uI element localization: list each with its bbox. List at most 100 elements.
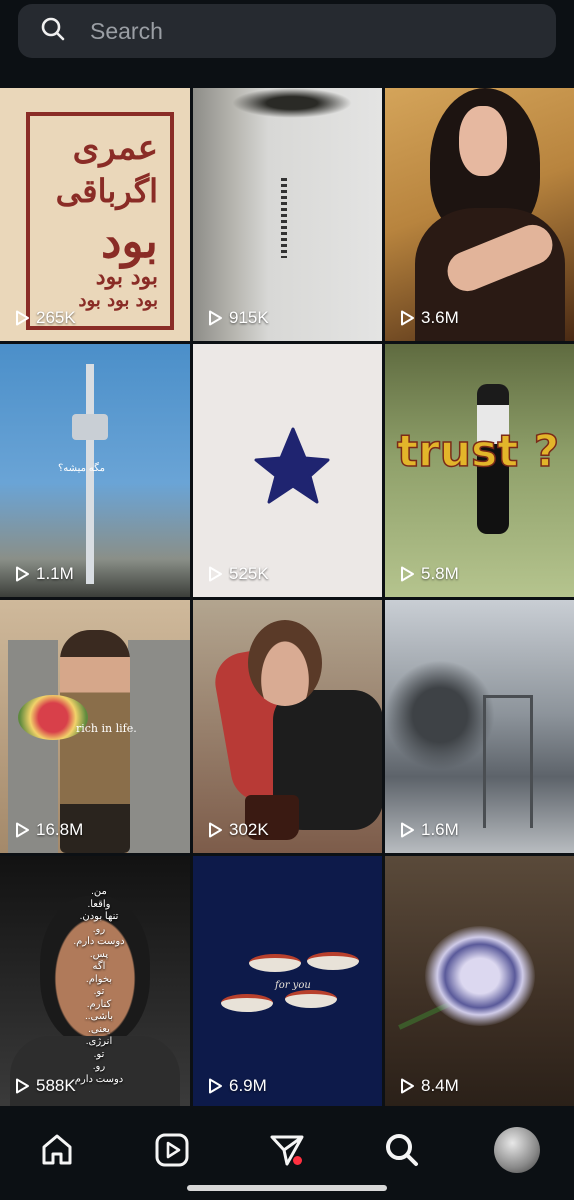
poem-line: تو. [93, 1048, 105, 1060]
explore-tile[interactable]: من. واقعا. تنها بودن. رو. دوست دارم. پس.… [0, 856, 190, 1109]
thumbnail-text: بود بود [95, 264, 158, 290]
poem-line: کنارم. [86, 998, 112, 1010]
thumbnail-caption: trust ? [396, 425, 560, 478]
thumbnail-flower [425, 926, 535, 1026]
view-count: 265K [13, 308, 76, 328]
poem-line: پس. [89, 948, 109, 960]
explore-tile[interactable]: trust ? 5.8M [385, 344, 574, 597]
star-drawing [254, 427, 330, 504]
thumbnail-tree [232, 88, 352, 118]
view-count-label: 16.8M [36, 820, 84, 839]
view-count: 1.1M [13, 564, 74, 584]
view-count-label: 5.8M [421, 564, 459, 583]
explore-tile[interactable]: for you 6.9M [193, 856, 382, 1109]
poem-line: من. [91, 886, 107, 897]
play-icon [209, 566, 222, 582]
poem-line: تنها بودن. [79, 911, 119, 922]
explore-tile[interactable]: 1.6M [385, 600, 574, 853]
thumbnail-eye [307, 952, 359, 970]
play-icon [401, 822, 414, 838]
thumbnail-eye [285, 990, 337, 1008]
thumbnail-door [128, 640, 190, 853]
explore-tile[interactable]: 302K [193, 600, 382, 853]
view-count: 915K [206, 308, 269, 328]
view-count-label: 915K [229, 308, 269, 327]
play-icon [209, 1078, 222, 1094]
view-count-label: 525K [229, 564, 269, 583]
search-bar[interactable] [18, 4, 556, 58]
thumbnail-caption: for you [275, 980, 311, 991]
thumbnail-tower-pod [72, 414, 108, 440]
explore-tile[interactable]: 915K [193, 88, 382, 341]
thumbnail-text: عمری [72, 128, 158, 168]
notification-dot [292, 1156, 302, 1165]
avatar [493, 1127, 540, 1173]
play-icon [16, 566, 29, 582]
explore-tile[interactable]: عمری اگرباقی بود بود بود بود بود بود 265… [0, 88, 190, 341]
thumbnail-tower [86, 364, 94, 584]
poem-line: یعنی. [88, 1023, 110, 1035]
view-count-label: 1.6M [421, 820, 459, 839]
view-count: 525K [206, 564, 269, 584]
play-icon [209, 310, 222, 326]
nav-search[interactable] [370, 1118, 434, 1182]
play-icon [209, 822, 222, 838]
view-count-label: 8.4M [421, 1076, 459, 1095]
poem-line: واقعا. [87, 898, 111, 910]
view-count-label: 6.9M [229, 1076, 267, 1095]
poem-line: دوست دارم. [73, 936, 125, 947]
view-count: 588K [13, 1076, 76, 1096]
play-icon [401, 566, 414, 582]
thumbnail-eye [249, 954, 301, 972]
view-count: 302K [206, 820, 269, 840]
home-icon [42, 1134, 72, 1165]
view-count-label: 265K [36, 308, 76, 327]
view-count: 6.9M [206, 1076, 267, 1096]
view-count: 3.6M [398, 308, 459, 328]
play-icon [16, 310, 29, 326]
view-count-label: 3.6M [421, 308, 459, 327]
search-icon [40, 16, 66, 47]
play-icon [401, 310, 414, 326]
thumbnail-text: اگرباقی [55, 172, 158, 210]
reels-icon [155, 1133, 189, 1167]
explore-grid: عمری اگرباقی بود بود بود بود بود بود 265… [0, 88, 574, 1109]
poem-line: انرژی. [85, 1036, 113, 1047]
thumbnail-face [248, 620, 322, 706]
poem-line: اگه [92, 961, 106, 972]
explore-tile[interactable]: 8.4M [385, 856, 574, 1109]
thumbnail-caption: rich in life. [76, 722, 137, 735]
search-icon [385, 1134, 418, 1166]
poem-line: رو. [92, 1061, 106, 1072]
thumbnail-script [281, 178, 287, 258]
thumbnail-text: بود [100, 214, 158, 268]
explore-tile[interactable]: مگه میشه؟ 1.1M [0, 344, 190, 597]
view-count: 16.8M [13, 820, 83, 840]
view-count: 8.4M [398, 1076, 459, 1096]
thumbnail-face [459, 106, 507, 176]
play-icon [16, 1078, 29, 1094]
play-icon [16, 822, 29, 838]
poem-line: باشی.. [84, 1011, 114, 1022]
explore-tile[interactable]: rich in life. 16.8M [0, 600, 190, 853]
thumbnail-text: بود بود بود [78, 290, 158, 311]
thumbnail-smoke [385, 660, 495, 770]
explore-tile[interactable]: 525K [193, 344, 382, 597]
nav-reels[interactable] [140, 1118, 204, 1182]
view-count-label: 302K [229, 820, 269, 839]
poem-line: رو. [92, 923, 106, 935]
nav-home[interactable] [25, 1118, 89, 1182]
explore-tile[interactable]: 3.6M [385, 88, 574, 341]
view-count: 1.6M [398, 820, 459, 840]
view-count-label: 1.1M [36, 564, 74, 583]
poem-line: تو. [93, 986, 105, 997]
play-icon [401, 1078, 414, 1094]
thumbnail-caption: مگه میشه؟ [58, 463, 105, 474]
nav-profile[interactable] [485, 1118, 549, 1182]
search-input[interactable] [88, 16, 512, 46]
nav-messages[interactable] [255, 1118, 319, 1182]
view-count: 5.8M [398, 564, 459, 584]
thumbnail-gate [483, 695, 533, 828]
thumbnail-eye [221, 994, 273, 1012]
poem-line: بخوام. [85, 973, 113, 985]
